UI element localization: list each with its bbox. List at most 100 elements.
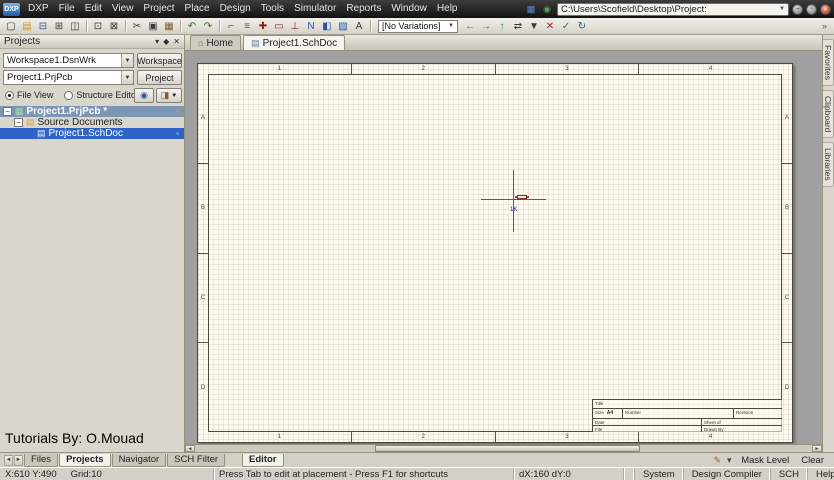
workspace-quick-icon[interactable]: ▦ (524, 3, 538, 16)
chevron-down-icon: ▼ (779, 6, 785, 12)
tabs-scroll-right-icon[interactable]: ► (14, 454, 23, 466)
resistor-body-icon (517, 195, 527, 199)
expander-icon[interactable]: − (3, 107, 12, 116)
view-options-button[interactable]: ◉ (134, 88, 154, 103)
navigate-back-icon[interactable]: ← (462, 19, 478, 34)
place-wire-icon[interactable]: ⌐ (223, 19, 239, 34)
tree-item-source-documents[interactable]: − ▤ Source Documents (0, 117, 184, 128)
place-bus-icon[interactable]: ≡ (239, 19, 255, 34)
print-icon[interactable]: ⊞ (51, 19, 67, 34)
place-power-port-icon[interactable]: ⊥ (287, 19, 303, 34)
zone-bottom-3: 3 (496, 432, 640, 442)
place-junction-icon[interactable]: ✚ (255, 19, 271, 34)
menu-simulator[interactable]: Simulator (289, 0, 341, 18)
menu-view[interactable]: View (107, 0, 139, 18)
horizontal-scrollbar[interactable]: ◄ ► (185, 444, 822, 452)
navigate-forward-icon[interactable]: → (478, 19, 494, 34)
new-document-icon[interactable]: ▢ (3, 19, 19, 34)
status-panel-help[interactable]: Help (806, 467, 834, 480)
redo-icon[interactable]: ↷ (200, 19, 216, 34)
paste-icon[interactable]: ▦ (161, 19, 177, 34)
status-panel-sch[interactable]: SCH (769, 467, 807, 480)
tree-item-project1-schdoc[interactable]: ▤ Project1.SchDoc ▫ (0, 128, 184, 139)
tree-item-icon: ▤ (37, 128, 46, 138)
menu-dxp[interactable]: DXP (23, 0, 54, 18)
workspace-button[interactable]: Workspace (137, 53, 182, 68)
tab-files[interactable]: Files (24, 453, 59, 467)
close-icon[interactable]: ✕ (173, 37, 180, 46)
status-panel-system[interactable]: System (634, 467, 683, 480)
status-panel-design-compiler[interactable]: Design Compiler (682, 467, 770, 480)
project-path-dropdown[interactable]: C:\Users\Scofield\Desktop\Project: ▼ (557, 2, 789, 16)
schematic-sheet[interactable]: 1234 1234 ABCD ABCD Title Size A4 Number… (197, 63, 793, 443)
tab-navigator[interactable]: Navigator (111, 453, 167, 467)
print-preview-icon[interactable]: ◫ (67, 19, 83, 34)
tab-editor[interactable]: Editor (242, 453, 284, 467)
tab-home[interactable]: ⌂ Home (190, 35, 242, 50)
copy-icon[interactable]: ▣ (145, 19, 161, 34)
cross-probe-icon[interactable]: ⇄ (510, 19, 526, 34)
place-net-label-icon[interactable]: N (303, 19, 319, 34)
dxp-logo-icon[interactable]: DXP (3, 2, 20, 16)
menu-design[interactable]: Design (215, 0, 256, 18)
scroll-left-arrow-icon[interactable]: ◄ (185, 445, 195, 452)
place-sheet-symbol-icon[interactable]: ▧ (335, 19, 351, 34)
restore-button[interactable]: ▫ (806, 3, 817, 15)
tab-clipboard[interactable]: Clipboard (823, 89, 834, 139)
expander-icon[interactable]: − (14, 118, 23, 127)
tab-sch-filter[interactable]: SCH Filter (167, 453, 226, 467)
menu-window[interactable]: Window (386, 0, 432, 18)
scroll-right-arrow-icon[interactable]: ► (812, 445, 822, 452)
tab-libraries[interactable]: Libraries (823, 142, 834, 187)
document-tab-label: Project1.SchDoc (262, 37, 338, 49)
highlight-pencil-icon[interactable]: ✎ (711, 454, 723, 466)
project-dropdown[interactable]: Project1.PrjPcb ▼ (3, 70, 134, 85)
place-text-icon[interactable]: A (351, 19, 367, 34)
floating-resistor-part[interactable] (515, 194, 529, 200)
menu-edit[interactable]: Edit (80, 0, 107, 18)
tab-projects[interactable]: Projects (59, 453, 111, 467)
schematic-canvas[interactable]: 1234 1234 ABCD ABCD Title Size A4 Number… (185, 51, 822, 444)
up-hierarchy-icon[interactable]: ↑ (494, 19, 510, 34)
panel-display-split-button[interactable]: ◨ ▼ (156, 88, 182, 103)
toolbar-overflow-icon[interactable]: » (818, 21, 831, 31)
cursor-coordinates: X:610 Y:490 Grid:10 (0, 467, 214, 480)
project-button[interactable]: Project (137, 70, 182, 85)
mask-level-button[interactable]: Mask Level (735, 454, 795, 467)
tree-item-project1-prjpcb[interactable]: − ▦ Project1.PrjPcb * ▪ (0, 106, 184, 117)
clear-filter-icon[interactable]: ✕ (542, 19, 558, 34)
compile-icon[interactable]: ✓ (558, 19, 574, 34)
open-document-icon[interactable]: ▤ (19, 19, 35, 34)
tabs-scroll-left-icon[interactable]: ◄ (4, 454, 13, 466)
file-view-radio[interactable]: File View (5, 90, 53, 100)
menu-place[interactable]: Place (180, 0, 215, 18)
filter-icon[interactable]: ▼ (526, 19, 542, 34)
chevron-down-icon[interactable]: ▾ (155, 37, 159, 46)
tab-favorites[interactable]: Favorites (823, 39, 834, 86)
menu-project[interactable]: Project (138, 0, 179, 18)
undo-icon[interactable]: ↶ (184, 19, 200, 34)
favorites-quick-icon[interactable]: ◉ (540, 3, 554, 16)
structure-editor-radio[interactable]: Structure Editor (64, 90, 139, 100)
variations-dropdown[interactable]: [No Variations] ▼ (378, 19, 458, 33)
zoom-window-icon[interactable]: ⊡ (90, 19, 106, 34)
workspace-dropdown[interactable]: Workspace1.DsnWrk ▼ (3, 53, 134, 68)
tree-item-label: Project1.PrjPcb * (26, 106, 108, 117)
menu-help[interactable]: Help (432, 0, 463, 18)
place-port-icon[interactable]: ◧ (319, 19, 335, 34)
menu-tools[interactable]: Tools (256, 0, 289, 18)
pin-icon[interactable]: ◆ (163, 37, 169, 46)
tab-project1-schdoc[interactable]: ▤ Project1.SchDoc (243, 35, 346, 50)
menu-file[interactable]: File (54, 0, 80, 18)
cut-icon[interactable]: ✂ (129, 19, 145, 34)
mask-caret-icon[interactable]: ▾ (723, 454, 735, 466)
clear-button[interactable]: Clear (795, 454, 830, 467)
save-icon[interactable]: ⊟ (35, 19, 51, 34)
minimize-button[interactable]: – (792, 3, 803, 15)
zoom-fit-icon[interactable]: ⊠ (106, 19, 122, 34)
refresh-icon[interactable]: ↻ (574, 19, 590, 34)
close-button[interactable]: ✕ (820, 3, 831, 15)
horizontal-scrollbar-thumb[interactable] (375, 445, 640, 452)
place-part-icon[interactable]: ▭ (271, 19, 287, 34)
menu-reports[interactable]: Reports (341, 0, 386, 18)
